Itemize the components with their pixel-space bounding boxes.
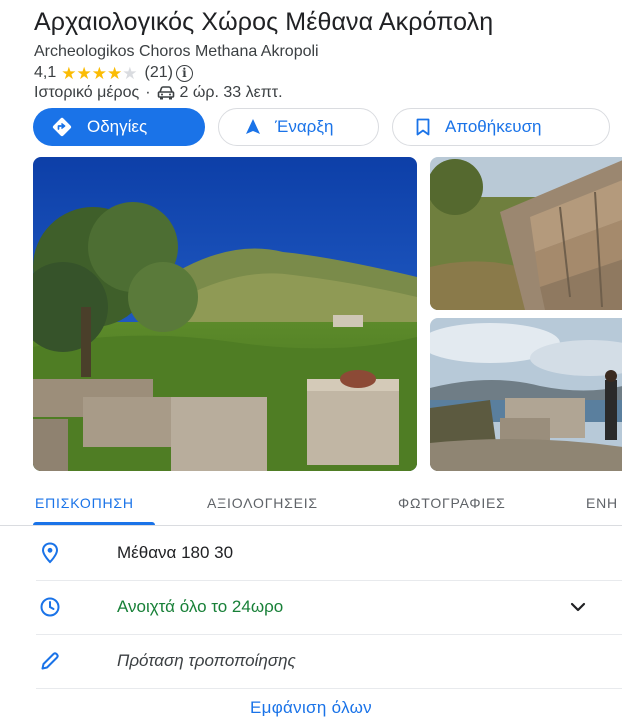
tab-overview[interactable]: ΕΠΙΣΚΟΠΗΣΗ [35, 495, 134, 511]
suggest-edit-row[interactable]: Πρόταση τροποποίησης [0, 635, 622, 687]
save-button[interactable]: Αποθήκευση [392, 108, 610, 146]
clock-icon [40, 597, 60, 617]
review-count[interactable]: (21) [145, 64, 173, 82]
hours-text: Ανοιχτά όλο το 24ωρο [117, 597, 284, 616]
navigation-arrow-icon [246, 119, 260, 134]
save-label: Αποθήκευση [445, 117, 542, 136]
view-photo[interactable] [430, 318, 622, 471]
bookmark-icon [416, 118, 430, 136]
address-text: Μέθανα 180 30 [117, 543, 234, 562]
directions-label: Οδηγίες [87, 117, 148, 136]
tab-photos[interactable]: ΦΩΤΟΓΡΑΦΙΕΣ [398, 495, 506, 511]
wall-photo-image [430, 157, 622, 310]
action-buttons: Οδηγίες Έναρξη Αποθήκευση [33, 108, 610, 146]
info-icon[interactable]: i [175, 64, 193, 82]
suggest-edit-text: Πρόταση τροποποίησης [117, 651, 296, 670]
address-row[interactable]: Μέθανα 180 30 [0, 527, 622, 579]
ruins-photo-image [33, 157, 417, 471]
directions-button[interactable]: Οδηγίες [33, 108, 205, 146]
pencil-icon [41, 652, 59, 670]
tab-reviews[interactable]: ΑΞΙΟΛΟΓΗΣΕΙΣ [207, 495, 318, 511]
show-all-link[interactable]: Εμφάνιση όλων [0, 698, 622, 718]
tab-bar: ΕΠΙΣΚΟΠΗΣΗ ΑΞΙΟΛΟΓΗΣΕΙΣ ΦΩΤΟΓΡΑΦΙΕΣ ΕΝΗ [0, 480, 622, 526]
category-row: Ιστορικό μέρος · 2 ώρ. 33 λεπτ. [34, 83, 283, 103]
tab-more[interactable]: ΕΝΗ [586, 495, 618, 511]
separator: · [145, 84, 151, 101]
drive-time: 2 ώρ. 33 λεπτ. [179, 84, 283, 101]
rating-value: 4,1 [34, 64, 57, 81]
car-icon [157, 86, 174, 100]
place-category: Ιστορικό μέρος [34, 84, 140, 101]
active-tab-indicator [33, 522, 155, 525]
star-icon: ★ [107, 63, 123, 83]
start-label: Έναρξη [275, 117, 334, 136]
wall-photo[interactable] [430, 157, 622, 310]
star-icon: ★ [76, 63, 92, 83]
rating-stars: ★ ★ ★ ★ ★ [61, 65, 137, 82]
star-icon: ★ [91, 63, 107, 83]
star-icon: ★ [122, 63, 138, 83]
start-button[interactable]: Έναρξη [218, 108, 379, 146]
divider [36, 688, 622, 689]
star-icon: ★ [61, 63, 77, 83]
hours-row[interactable]: Ανοιχτά όλο το 24ωρο [0, 581, 622, 633]
chevron-down-icon[interactable] [568, 600, 588, 614]
main-photo[interactable] [33, 157, 417, 471]
rating-row[interactable]: 4,1 ★ ★ ★ ★ ★ (21) i [34, 63, 193, 83]
location-pin-icon [41, 542, 59, 564]
place-subtitle: Archeologikos Choros Methana Akropoli [34, 43, 319, 60]
sea-view-photo-image [430, 318, 622, 471]
directions-icon [52, 117, 72, 137]
place-title: Αρχαιολογικός Χώρος Μέθανα Ακρόπολη [34, 8, 494, 36]
photo-gallery [33, 157, 622, 471]
